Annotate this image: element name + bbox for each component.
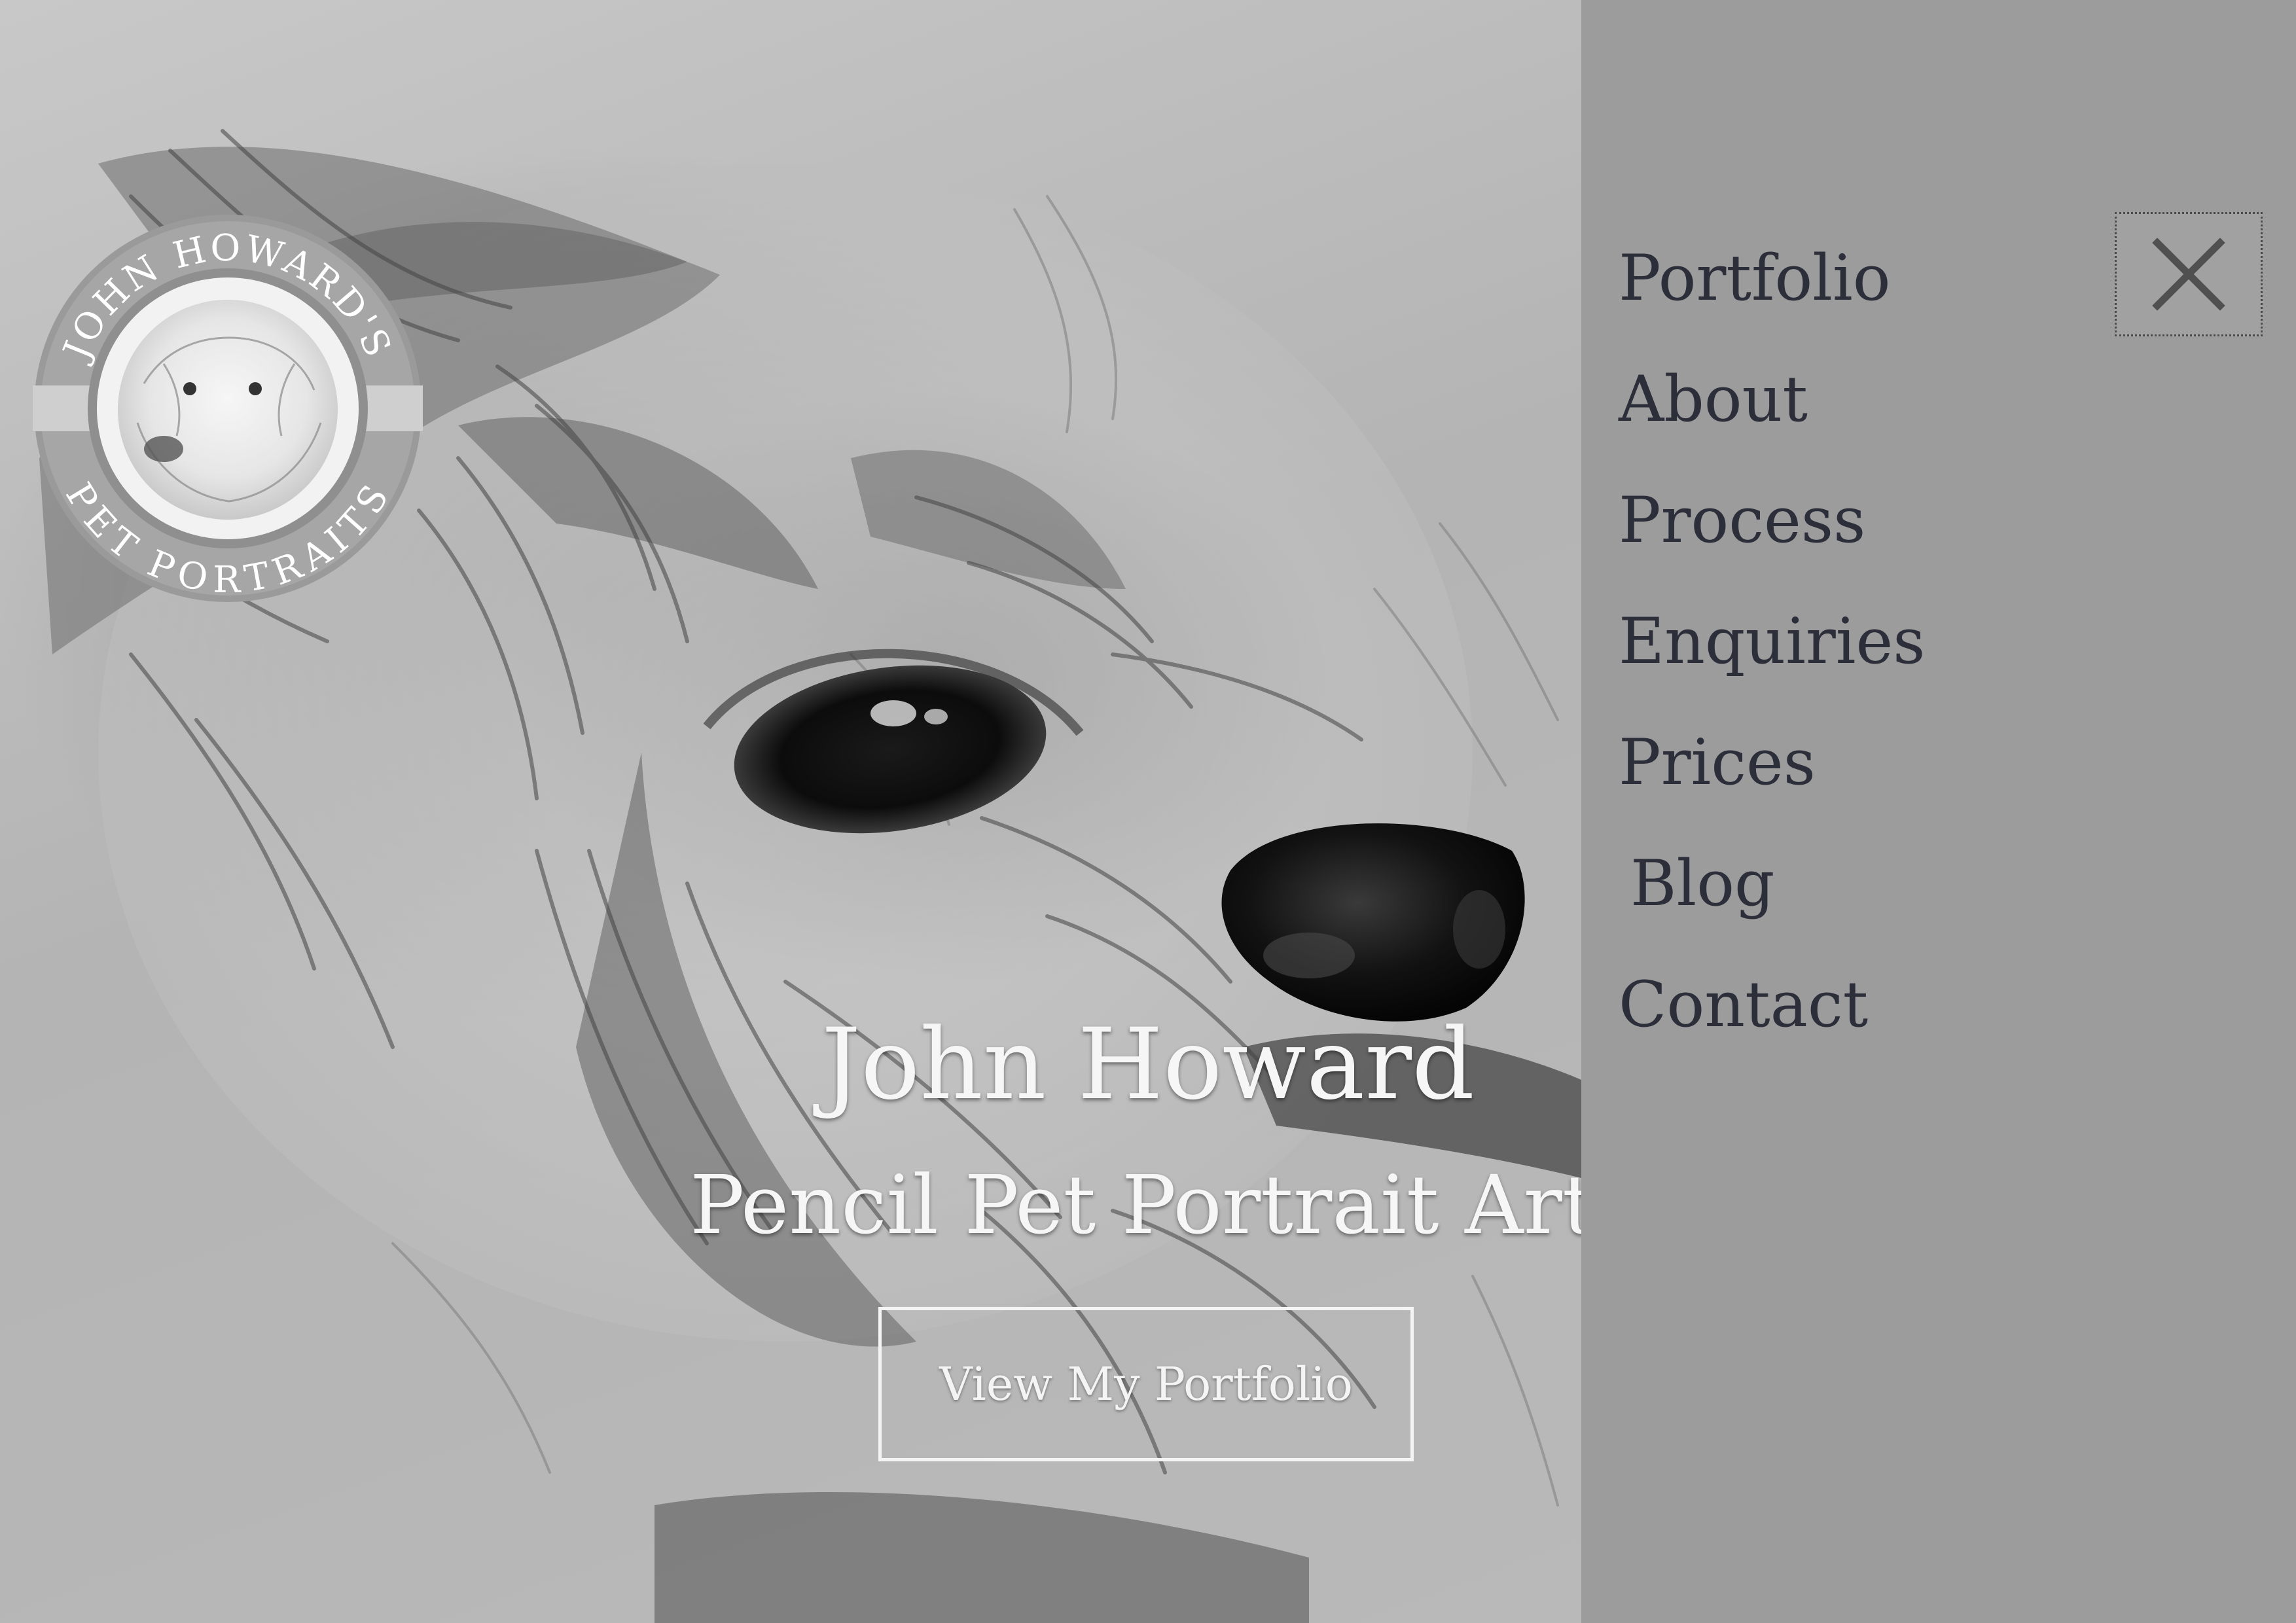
close-menu-button[interactable]: [2115, 212, 2263, 336]
nav-menu: Portfolio About Process Enquiries Prices…: [1619, 226, 1926, 1073]
brand-logo[interactable]: JOHN HOWARD'S PET PORTRAITS: [33, 213, 423, 603]
page: JOHN HOWARD'S PET PORTRAITS John Howard …: [0, 0, 2296, 1623]
nav-item-process[interactable]: Process: [1619, 468, 1926, 589]
nav-item-blog[interactable]: Blog: [1619, 831, 1926, 952]
nav-item-prices[interactable]: Prices: [1619, 710, 1926, 831]
close-icon: [2152, 238, 2225, 311]
nav-item-portfolio[interactable]: Portfolio: [1619, 226, 1926, 347]
nav-item-enquiries[interactable]: Enquiries: [1619, 589, 1926, 710]
nav-item-contact[interactable]: Contact: [1619, 952, 1926, 1073]
nav-item-about[interactable]: About: [1619, 347, 1926, 468]
nav-panel: Portfolio About Process Enquiries Prices…: [1581, 0, 2296, 1623]
view-portfolio-button[interactable]: View My Portfolio: [878, 1307, 1414, 1461]
